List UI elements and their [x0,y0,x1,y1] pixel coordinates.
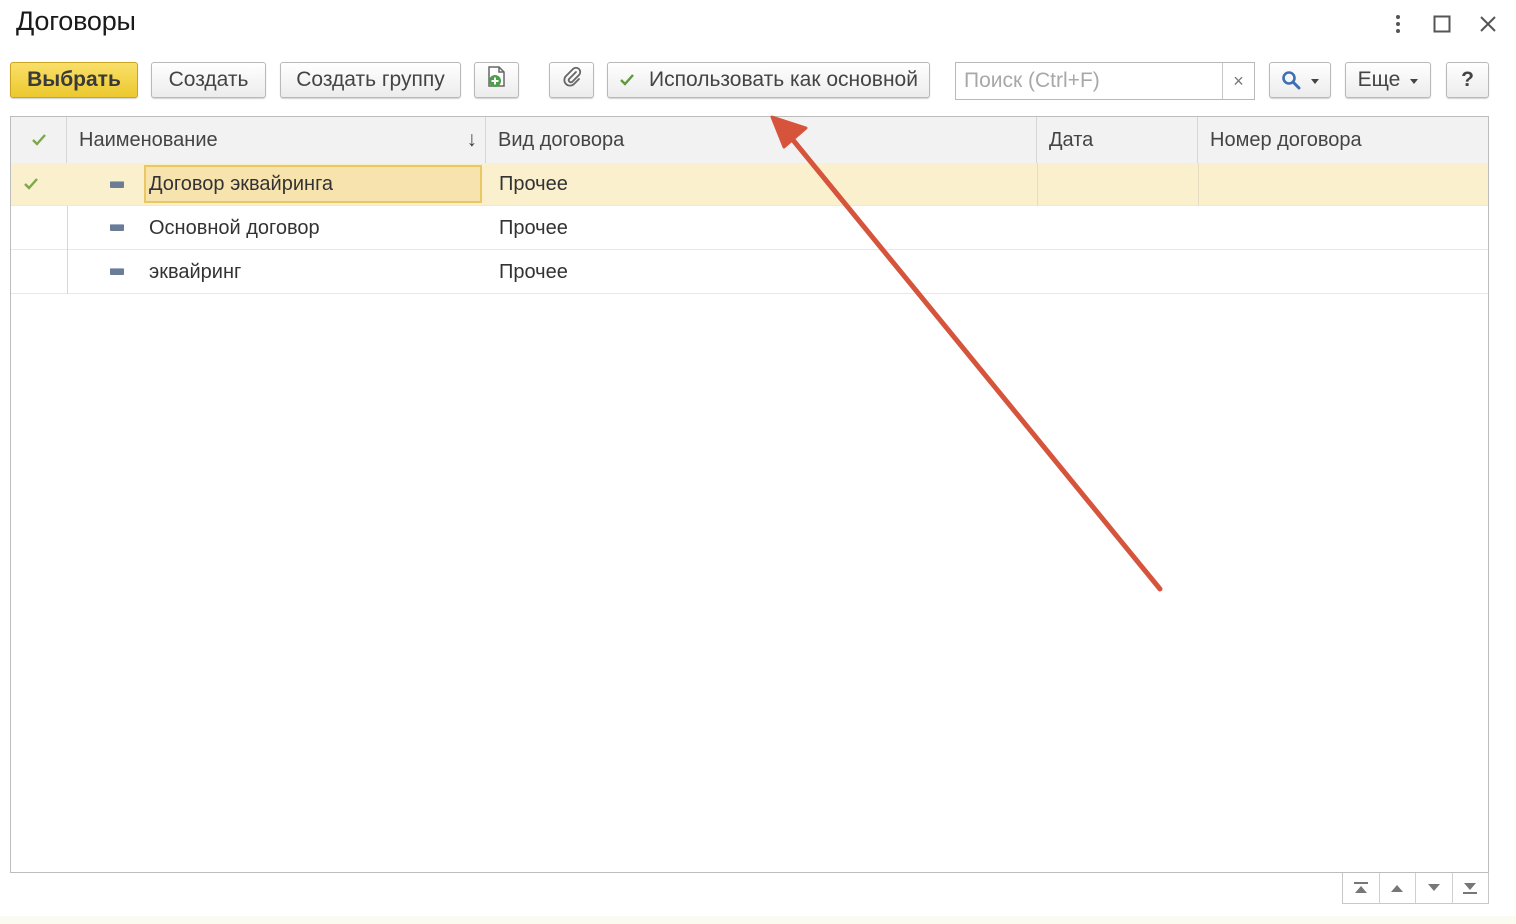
magnifier-icon [1281,70,1301,90]
header-main-column[interactable] [11,117,67,163]
chevron-down-icon [1410,78,1419,84]
use-as-main-label: Использовать как основной [649,68,918,91]
cell-kind: Прочее [499,216,568,239]
check-icon [619,73,635,87]
cell-name: эквайринг [149,260,242,283]
search-options-button[interactable] [1269,62,1331,98]
sort-desc-icon: ↓ [466,128,478,151]
header-date[interactable]: Дата [1037,117,1198,163]
window-bottom-edge [0,916,1516,924]
list-navigation [1342,873,1489,904]
paperclip-icon [561,66,583,94]
cell-name: Основной договор [149,216,320,239]
header-name-label: Наименование [79,128,218,151]
header-number[interactable]: Номер договора [1198,117,1488,163]
catalog-item-icon [110,181,124,188]
next-page-icon[interactable] [1416,873,1453,903]
mark-column-divider [11,206,68,294]
more-menu-label: Еще [1357,68,1401,91]
cell-kind: Прочее [499,260,568,283]
contracts-table: Наименование ↓ Вид договора Дата Номер д… [10,116,1489,873]
first-page-icon[interactable] [1343,873,1380,903]
catalog-item-icon [110,224,124,231]
main-contract-check-icon [23,177,38,191]
copy-button[interactable] [474,62,519,98]
window-title: Договоры [16,6,136,36]
more-icon[interactable] [1382,8,1414,40]
help-button[interactable]: ? [1446,62,1489,98]
document-add-icon [486,65,508,95]
last-page-icon[interactable] [1453,873,1489,903]
chevron-down-icon [1311,78,1319,84]
check-icon [31,133,47,147]
clear-search-button[interactable]: × [1222,63,1254,99]
table-header: Наименование ↓ Вид договора Дата Номер д… [11,117,1488,164]
table-row[interactable]: эквайринг Прочее [11,250,1488,294]
use-as-main-button[interactable]: Использовать как основной [607,62,930,98]
table-row[interactable]: Договор эквайринга Прочее [11,163,1488,206]
prev-page-icon[interactable] [1380,873,1416,903]
search-input[interactable] [956,63,1224,99]
header-kind[interactable]: Вид договора [486,117,1037,163]
close-icon[interactable] [1472,8,1504,40]
table-row[interactable]: Основной договор Прочее [11,206,1488,250]
cell-name: Договор эквайринга [149,173,334,195]
create-group-button[interactable]: Создать группу [280,62,461,98]
attach-button[interactable] [549,62,594,98]
cell-kind: Прочее [499,173,568,195]
maximize-icon[interactable] [1426,8,1458,40]
select-button[interactable]: Выбрать [10,62,138,98]
search-field: × [955,62,1255,100]
header-name[interactable]: Наименование ↓ [67,117,486,163]
create-button[interactable]: Создать [151,62,266,98]
more-menu-button[interactable]: Еще [1345,62,1431,98]
catalog-item-icon [110,268,124,275]
